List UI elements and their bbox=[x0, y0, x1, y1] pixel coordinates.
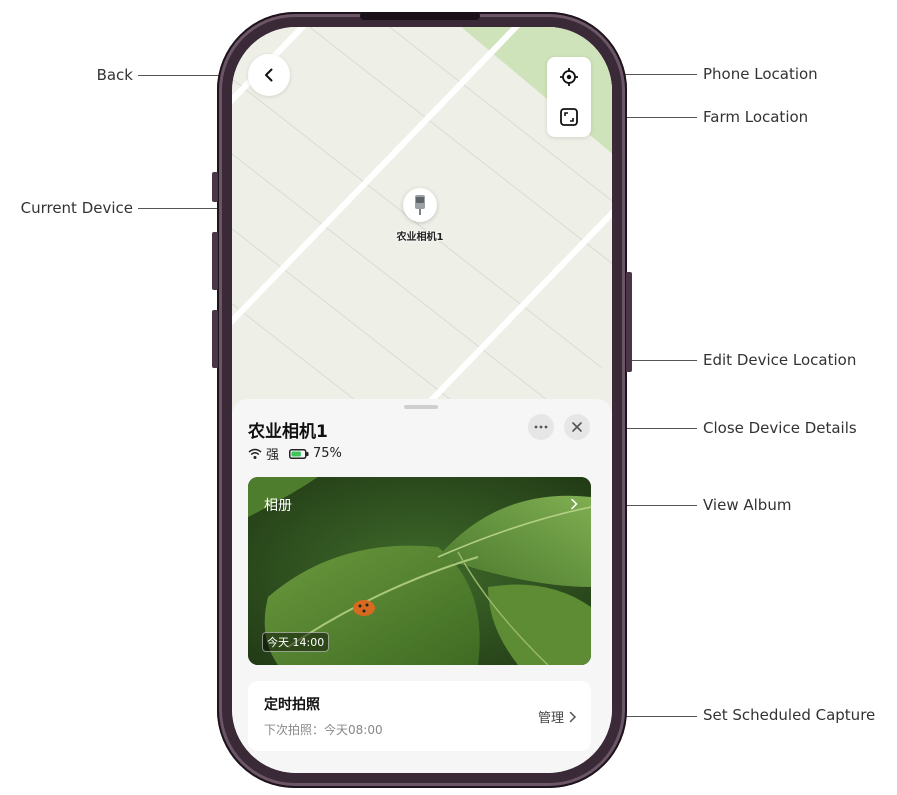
annotation-farm-location: Farm Location bbox=[703, 108, 809, 126]
back-button[interactable] bbox=[248, 54, 290, 96]
map-tool-panel bbox=[547, 57, 591, 137]
dynamic-island bbox=[360, 12, 480, 20]
wifi-icon bbox=[248, 448, 262, 459]
device-status: 强 75% bbox=[248, 444, 342, 463]
manage-label: 管理 bbox=[537, 711, 564, 726]
view-album-button[interactable] bbox=[569, 495, 579, 514]
current-device-marker-label: 农业相机1 bbox=[396, 232, 444, 243]
camera-device-icon bbox=[415, 195, 425, 215]
next-capture-time: 下次拍照：今天08:00 bbox=[264, 723, 383, 737]
battery-percent: 75% bbox=[313, 446, 342, 461]
frame-icon bbox=[560, 108, 578, 126]
close-icon bbox=[572, 422, 582, 432]
album-title: 相册 bbox=[264, 498, 292, 514]
phone-power-button bbox=[626, 272, 632, 372]
scheduled-capture-title: 定时拍照 bbox=[264, 697, 320, 713]
current-device-marker[interactable] bbox=[403, 188, 437, 222]
phone-volume-up-button bbox=[212, 232, 218, 290]
chevron-right-icon bbox=[571, 498, 578, 510]
ellipsis-icon bbox=[534, 425, 548, 429]
device-details-sheet: 农业相机1 强 75% 相册 今天 14:00 定时拍照 下次拍照：今天08:0… bbox=[232, 399, 612, 773]
annotation-back: Back bbox=[96, 66, 133, 84]
annotation-edit-device-location: Edit Device Location bbox=[703, 351, 857, 369]
phone-screen: 农业相机1 农业相机1 强 75% 相册 今天 14:00 定时拍照 下次拍照：… bbox=[232, 27, 612, 773]
crosshair-icon bbox=[560, 68, 578, 86]
sheet-drag-handle[interactable] bbox=[404, 405, 438, 409]
annotation-view-album: View Album bbox=[703, 496, 792, 514]
album-timestamp: 今天 14:00 bbox=[262, 632, 330, 652]
signal-strength-label: 强 bbox=[266, 448, 280, 463]
chevron-left-icon bbox=[265, 68, 273, 82]
phone-volume-down-button bbox=[212, 310, 218, 368]
annotation-set-scheduled-capture: Set Scheduled Capture bbox=[703, 706, 876, 724]
edit-device-location-button[interactable] bbox=[528, 414, 554, 440]
album-card[interactable]: 相册 今天 14:00 bbox=[248, 477, 591, 665]
map-view[interactable]: 农业相机1 bbox=[232, 27, 612, 447]
annotation-close-device-details: Close Device Details bbox=[703, 419, 857, 437]
annotation-current-device: Current Device bbox=[20, 199, 133, 217]
phone-location-button[interactable] bbox=[547, 57, 591, 97]
phone-action-button bbox=[212, 172, 218, 202]
chevron-right-icon bbox=[569, 711, 577, 722]
annotation-phone-location: Phone Location bbox=[703, 65, 818, 83]
device-name: 农业相机1 bbox=[248, 422, 328, 442]
battery-icon bbox=[289, 448, 309, 459]
close-device-details-button[interactable] bbox=[564, 414, 590, 440]
scheduled-capture-card[interactable]: 定时拍照 下次拍照：今天08:00 管理 bbox=[248, 681, 591, 751]
manage-schedule-button[interactable]: 管理 bbox=[538, 707, 577, 726]
farm-location-button[interactable] bbox=[547, 97, 591, 137]
